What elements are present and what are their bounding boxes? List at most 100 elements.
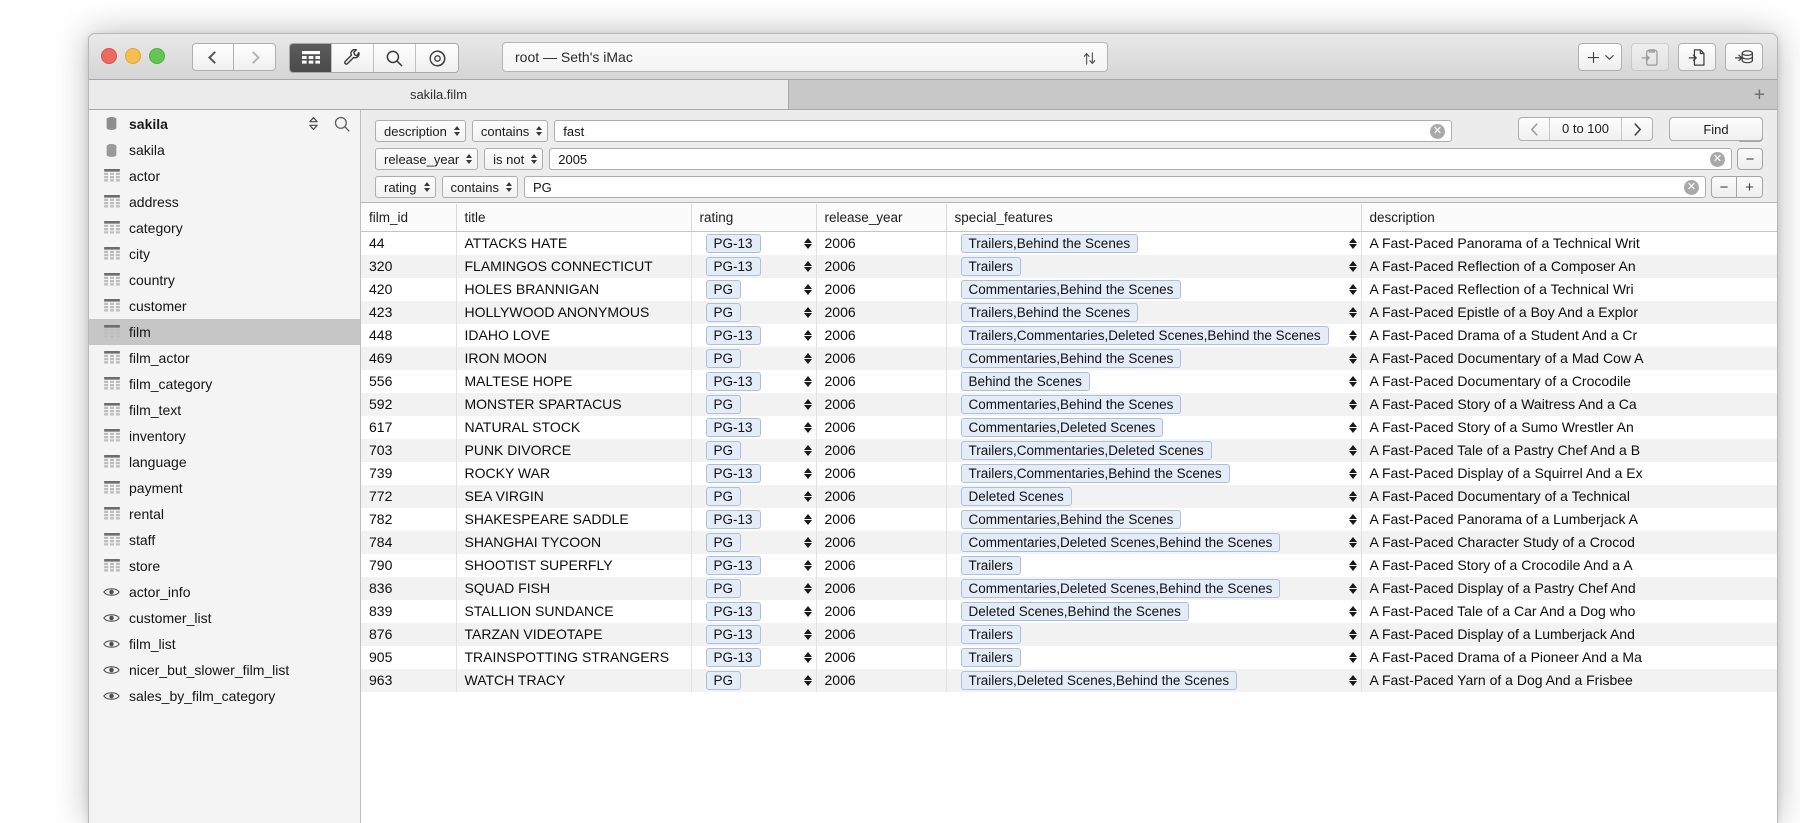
table-row[interactable]: 703 PUNK DIVORCE PG 2006 Trailers,Comment… (361, 438, 1777, 462)
table-row[interactable]: 617 NATURAL STOCK PG-13 2006 Commentaries… (361, 415, 1777, 439)
cell-description[interactable]: A Fast-Paced Reflection of a Technical W… (1361, 277, 1777, 301)
table-row[interactable]: 836 SQUAD FISH PG 2006 Commentaries,Delet… (361, 576, 1777, 600)
import-file-button[interactable] (1678, 43, 1716, 71)
cell-film_id[interactable]: 423 (361, 300, 457, 324)
rating-stepper[interactable] (798, 375, 812, 387)
cell-film_id[interactable]: 836 (361, 576, 457, 600)
cell-special_features[interactable]: Trailers,Behind the Scenes (946, 300, 1362, 324)
cell-film_id[interactable]: 839 (361, 599, 457, 623)
new-tab-button[interactable]: + (1754, 85, 1765, 104)
cell-special_features[interactable]: Trailers (946, 622, 1362, 646)
rating-stepper[interactable] (798, 467, 812, 479)
sidebar-item-language[interactable]: language (89, 449, 360, 475)
cell-description[interactable]: A Fast-Paced Display of a Lumberjack And (1361, 622, 1777, 646)
cell-description[interactable]: A Fast-Paced Tale of a Car And a Dog who (1361, 599, 1777, 623)
tab-table-structure[interactable] (332, 44, 374, 72)
special_features-stepper[interactable] (1343, 605, 1357, 617)
table-row[interactable]: 556 MALTESE HOPE PG-13 2006 Behind the Sc… (361, 369, 1777, 393)
sidebar-item-inventory[interactable]: inventory (89, 423, 360, 449)
forward-button[interactable] (234, 43, 276, 71)
cell-rating[interactable]: PG (691, 438, 817, 462)
filter-value-input[interactable]: fast ✕ (554, 120, 1452, 142)
clear-circle-icon[interactable]: ✕ (1684, 179, 1699, 195)
cell-title[interactable]: IRON MOON (456, 346, 692, 370)
cell-description[interactable]: A Fast-Paced Panorama of a Lumberjack A (1361, 507, 1777, 531)
cell-film_id[interactable]: 420 (361, 277, 457, 301)
table-row[interactable]: 739 ROCKY WAR PG-13 2006 Trailers,Comment… (361, 461, 1777, 485)
cell-special_features[interactable]: Commentaries,Behind the Scenes (946, 277, 1362, 301)
cell-description[interactable]: A Fast-Paced Drama of a Pioneer And a Ma (1361, 645, 1777, 669)
column-header-release_year[interactable]: release_year (816, 204, 947, 232)
cell-title[interactable]: MONSTER SPARTACUS (456, 392, 692, 416)
remove-filter-button[interactable]: − (1737, 148, 1763, 170)
sort-toggle-button[interactable] (1079, 48, 1099, 68)
column-header-rating[interactable]: rating (691, 204, 817, 232)
table-row[interactable]: 876 TARZAN VIDEOTAPE PG-13 2006 Trailers … (361, 622, 1777, 646)
cell-film_id[interactable]: 772 (361, 484, 457, 508)
cell-rating[interactable]: PG-13 (691, 231, 817, 255)
sidebar-item-film-actor[interactable]: film_actor (89, 345, 360, 371)
sidebar-item-actor-info[interactable]: actor_info (89, 579, 360, 605)
cell-release_year[interactable]: 2006 (816, 392, 947, 416)
cell-special_features[interactable]: Commentaries,Behind the Scenes (946, 507, 1362, 531)
add-button[interactable] (1578, 43, 1622, 71)
table-row[interactable]: 790 SHOOTIST SUPERFLY PG-13 2006 Trailers… (361, 553, 1777, 577)
column-header-special_features[interactable]: special_features (946, 204, 1362, 232)
cell-rating[interactable]: PG-13 (691, 323, 817, 347)
cell-release_year[interactable]: 2006 (816, 438, 947, 462)
minimize-button[interactable] (125, 48, 141, 64)
cell-film_id[interactable]: 617 (361, 415, 457, 439)
special_features-stepper[interactable] (1343, 513, 1357, 525)
cell-description[interactable]: A Fast-Paced Documentary of a Mad Cow A (1361, 346, 1777, 370)
tab-table-status[interactable] (416, 44, 458, 72)
cell-description[interactable]: A Fast-Paced Story of a Sumo Wrestler An (1361, 415, 1777, 439)
sidebar-item-rental[interactable]: rental (89, 501, 360, 527)
cell-description[interactable]: A Fast-Paced Tale of a Pastry Chef And a… (1361, 438, 1777, 462)
sidebar-item-film-text[interactable]: film_text (89, 397, 360, 423)
rating-stepper[interactable] (798, 674, 812, 686)
cell-special_features[interactable]: Commentaries,Behind the Scenes (946, 346, 1362, 370)
column-header-description[interactable]: description (1361, 204, 1777, 232)
special_features-stepper[interactable] (1343, 306, 1357, 318)
cell-title[interactable]: MALTESE HOPE (456, 369, 692, 393)
tab-sakila-film[interactable]: sakila.film (89, 80, 789, 109)
filter-operator-select[interactable]: contains (441, 176, 518, 198)
cell-title[interactable]: TRAINSPOTTING STRANGERS (456, 645, 692, 669)
cell-title[interactable]: ROCKY WAR (456, 461, 692, 485)
sidebar-item-sakila[interactable]: sakila (89, 137, 360, 163)
cell-release_year[interactable]: 2006 (816, 415, 947, 439)
sidebar-item-city[interactable]: city (89, 241, 360, 267)
tab-table-content[interactable] (290, 44, 332, 72)
rating-stepper[interactable] (798, 444, 812, 456)
special_features-stepper[interactable] (1343, 651, 1357, 663)
cell-description[interactable]: A Fast-Paced Character Study of a Crocod (1361, 530, 1777, 554)
column-header-title[interactable]: title (456, 204, 692, 232)
cell-title[interactable]: SHANGHAI TYCOON (456, 530, 692, 554)
cell-rating[interactable]: PG-13 (691, 415, 817, 439)
cell-film_id[interactable]: 469 (361, 346, 457, 370)
rating-stepper[interactable] (798, 352, 812, 364)
special_features-stepper[interactable] (1343, 260, 1357, 272)
sidebar-item-country[interactable]: country (89, 267, 360, 293)
rating-stepper[interactable] (798, 421, 812, 433)
close-button[interactable] (101, 48, 117, 64)
cell-rating[interactable]: PG (691, 392, 817, 416)
table-row[interactable]: 592 MONSTER SPARTACUS PG 2006 Commentarie… (361, 392, 1777, 416)
special_features-stepper[interactable] (1343, 674, 1357, 686)
column-header-film_id[interactable]: film_id (361, 204, 457, 232)
sidebar-item-payment[interactable]: payment (89, 475, 360, 501)
table-row[interactable]: 772 SEA VIRGIN PG 2006 Deleted Scenes A F… (361, 484, 1777, 508)
cell-special_features[interactable]: Behind the Scenes (946, 369, 1362, 393)
special_features-stepper[interactable] (1343, 536, 1357, 548)
filter-field-select[interactable]: description (375, 120, 466, 142)
rating-stepper[interactable] (798, 237, 812, 249)
cell-release_year[interactable]: 2006 (816, 346, 947, 370)
table-row[interactable]: 448 IDAHO LOVE PG-13 2006 Trailers,Commen… (361, 323, 1777, 347)
rating-stepper[interactable] (798, 329, 812, 341)
cell-title[interactable]: TARZAN VIDEOTAPE (456, 622, 692, 646)
special_features-stepper[interactable] (1343, 444, 1357, 456)
filter-value-input[interactable]: 2005 ✕ (549, 148, 1732, 170)
special_features-stepper[interactable] (1343, 467, 1357, 479)
sidebar-item-actor[interactable]: actor (89, 163, 360, 189)
rating-stepper[interactable] (798, 536, 812, 548)
